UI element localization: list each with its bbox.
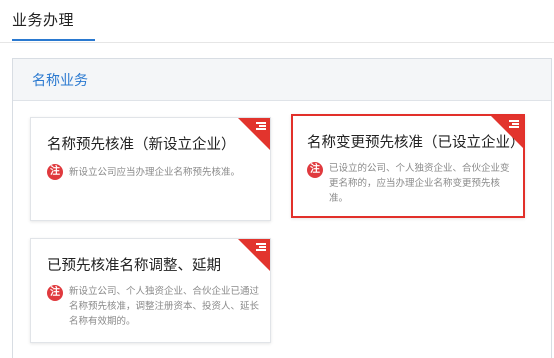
menu-lines-icon bbox=[509, 120, 519, 128]
card-title: 名称预先核准（新设立企业） bbox=[47, 137, 236, 153]
card-approved-name-adjust-extend[interactable]: 已预先核准名称调整、延期 注 新设立公司、个人独资企业、合伙企业已通过名称预先核… bbox=[30, 238, 271, 343]
tab-business-handling[interactable]: 业务办理 bbox=[12, 9, 74, 30]
note-badge: 注 bbox=[47, 285, 63, 301]
note-badge: 注 bbox=[307, 162, 323, 178]
top-tab-bar: 业务办理 bbox=[0, 0, 554, 43]
panel-header: 名称业务 bbox=[13, 59, 551, 101]
card-description: 已设立的公司、个人独资企业、合伙企业变更名称的，应当办理企业名称变更预先核准。 bbox=[329, 163, 510, 204]
card-name-change-approval[interactable]: 名称变更预先核准（已设立企业） 注 已设立的公司、个人独资企业、合伙企业变更名称… bbox=[291, 114, 525, 218]
card-title: 已预先核准名称调整、延期 bbox=[47, 258, 221, 274]
name-business-panel: 名称业务 名称预先核准（新设立企业） 注 新设立公司应当办理企业名称预先核准。 … bbox=[12, 58, 552, 358]
note-badge: 注 bbox=[47, 164, 63, 180]
card-description: 新设立公司、个人独资企业、合伙企业已通过名称预先核准，调整注册资本、投资人、延长… bbox=[69, 286, 260, 327]
active-tab-indicator bbox=[12, 39, 95, 41]
card-description: 新设立公司应当办理企业名称预先核准。 bbox=[69, 167, 241, 178]
panel-title: 名称业务 bbox=[32, 73, 88, 89]
card-new-enterprise-name-approval[interactable]: 名称预先核准（新设立企业） 注 新设立公司应当办理企业名称预先核准。 bbox=[30, 117, 271, 221]
menu-lines-icon bbox=[256, 122, 266, 130]
menu-lines-icon bbox=[256, 243, 266, 251]
